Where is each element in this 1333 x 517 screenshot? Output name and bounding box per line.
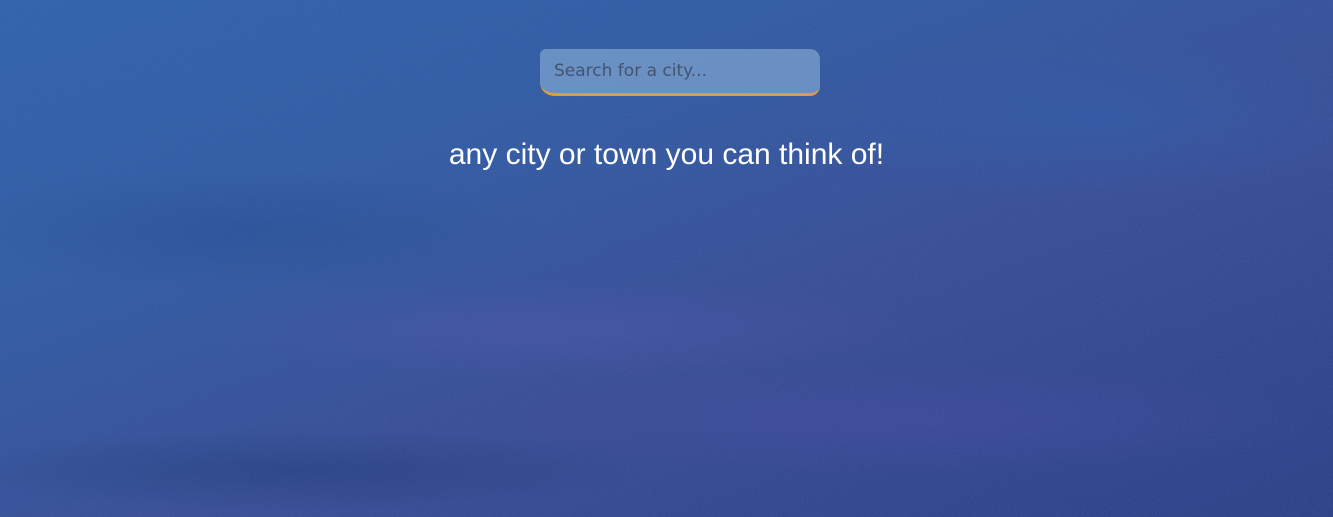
search-box bbox=[540, 49, 820, 96]
city-search-input[interactable] bbox=[540, 49, 820, 96]
tagline-text: any city or town you can think of! bbox=[448, 138, 885, 171]
